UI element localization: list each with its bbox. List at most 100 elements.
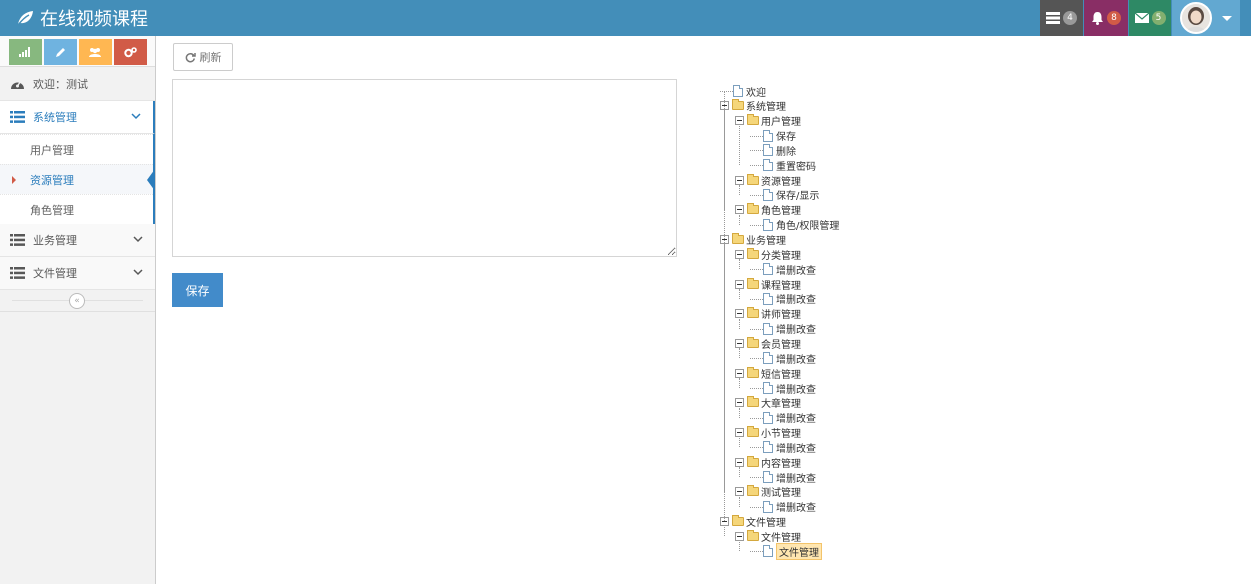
tree-connector xyxy=(720,91,733,92)
tree-node[interactable]: 用户管理 xyxy=(735,114,801,128)
collapse-toggle-icon[interactable] xyxy=(735,368,744,378)
tree-connector xyxy=(750,388,763,389)
sidebar-item-users[interactable]: 用户管理 xyxy=(0,134,153,164)
sidebar-item-label: 系统管理 xyxy=(33,111,77,124)
sidebar-item-label: 业务管理 xyxy=(33,234,77,247)
tree-node[interactable]: 文件管理 xyxy=(720,515,786,529)
notifications-button[interactable]: 8 xyxy=(1084,0,1128,36)
tree-node[interactable]: 保存 xyxy=(750,129,796,143)
collapse-toggle-icon[interactable] xyxy=(735,487,744,497)
tree-node-label: 资源管理 xyxy=(761,176,801,188)
user-menu[interactable] xyxy=(1172,0,1240,36)
file-icon xyxy=(763,545,773,558)
tree-node[interactable]: 系统管理 xyxy=(720,99,786,113)
file-icon xyxy=(763,292,773,305)
welcome-item[interactable]: 欢迎：测试 xyxy=(0,67,155,101)
tree-node[interactable]: 重置密码 xyxy=(750,158,816,173)
refresh-icon xyxy=(185,52,196,62)
collapse-sidebar-button[interactable]: « xyxy=(69,293,85,309)
tree-node[interactable]: 增删改查 xyxy=(750,322,816,336)
file-icon xyxy=(763,411,773,424)
tree-node[interactable]: 内容管理 xyxy=(735,455,801,470)
shortcut-settings-button[interactable] xyxy=(113,39,147,65)
active-indicator xyxy=(147,169,155,191)
save-button[interactable]: 保存 xyxy=(172,273,223,307)
tree-node[interactable]: 增删改查 xyxy=(750,411,816,425)
tree-node[interactable]: 测试管理 xyxy=(735,485,801,499)
collapse-toggle-icon[interactable] xyxy=(735,338,744,348)
tree-node[interactable]: 分类管理 xyxy=(735,247,801,262)
tree-node[interactable]: 课程管理 xyxy=(735,277,801,292)
tree-node[interactable]: 会员管理 xyxy=(735,336,801,351)
tree-node[interactable]: 小节管理 xyxy=(735,426,801,440)
tree-node[interactable]: 讲师管理 xyxy=(735,307,801,321)
sidebar-item-label: 资源管理 xyxy=(30,173,74,187)
refresh-button[interactable]: 刷新 xyxy=(173,43,233,71)
tree-node[interactable]: 保存/显示 xyxy=(750,188,819,202)
tree-node[interactable]: 增删改查 xyxy=(750,440,816,455)
tree-node[interactable]: 增删改查 xyxy=(750,500,816,514)
tree-node[interactable]: 增删改查 xyxy=(750,292,816,306)
messages-button[interactable]: 5 xyxy=(1129,0,1171,36)
resource-textarea[interactable] xyxy=(172,79,677,257)
folder-open-icon xyxy=(732,233,744,244)
collapse-toggle-icon[interactable] xyxy=(735,309,744,319)
brand[interactable]: 在线视频课程 xyxy=(16,6,148,30)
chevron-down-icon xyxy=(133,269,143,276)
file-icon xyxy=(763,322,773,335)
shortcut-stats-button[interactable] xyxy=(8,39,42,65)
collapse-toggle-icon[interactable] xyxy=(735,428,744,438)
tree-node-label: 系统管理 xyxy=(746,102,786,114)
folder-open-icon xyxy=(732,515,744,527)
collapse-toggle-icon[interactable] xyxy=(735,116,744,126)
sidebar-item-label: 文件管理 xyxy=(33,267,77,280)
tree-connector xyxy=(750,417,763,419)
tree-node[interactable]: 文件管理 xyxy=(735,530,801,544)
tree-node[interactable]: 增删改查 xyxy=(750,262,816,277)
tree-node-label: 文件管理 xyxy=(776,542,822,560)
tree-node[interactable]: 增删改查 xyxy=(750,351,816,366)
sidebar-item-resources[interactable]: 资源管理 xyxy=(0,164,155,194)
leaf-icon xyxy=(17,11,33,26)
tree-node[interactable]: 增删改查 xyxy=(750,470,816,485)
shortcut-users-button[interactable] xyxy=(78,39,112,65)
tree-node-label: 重置密码 xyxy=(776,161,816,173)
tree-node-label: 增删改查 xyxy=(776,354,816,366)
shortcut-edit-button[interactable] xyxy=(43,39,77,65)
tree-node[interactable]: 角色管理 xyxy=(735,203,801,217)
tree-node[interactable]: 欢迎 xyxy=(720,84,766,99)
tree-node[interactable]: 资源管理 xyxy=(735,173,801,188)
collapse-toggle-icon[interactable] xyxy=(735,175,744,185)
folder-open-icon xyxy=(732,99,744,111)
sidebar-item-business[interactable]: 业务管理 xyxy=(0,224,155,257)
welcome-text: 欢迎：测试 xyxy=(33,77,88,91)
tasks-button[interactable]: 4 xyxy=(1040,0,1083,36)
sidebar-item-system[interactable]: 系统管理 xyxy=(0,101,155,134)
tree-node-label: 内容管理 xyxy=(761,458,801,470)
tasks-badge: 4 xyxy=(1063,11,1077,25)
sidebar-item-roles[interactable]: 角色管理 xyxy=(0,194,153,224)
tree-connector xyxy=(750,477,763,479)
collapse-toggle-icon[interactable] xyxy=(735,532,744,541)
tree-node-label: 增删改查 xyxy=(776,414,816,426)
tree-node[interactable]: 删除 xyxy=(750,143,796,158)
folder-open-icon xyxy=(747,455,759,467)
tree-node[interactable]: 大章管理 xyxy=(735,396,801,410)
tree-node[interactable]: 业务管理 xyxy=(720,233,786,247)
list-icon xyxy=(10,234,25,246)
tree-node[interactable]: 增删改查 xyxy=(750,381,816,396)
tree-connector xyxy=(739,496,740,507)
sidebar-item-files[interactable]: 文件管理 xyxy=(0,257,155,290)
collapse-toggle-icon[interactable] xyxy=(735,398,744,408)
collapse-toggle-icon[interactable] xyxy=(735,457,744,467)
tree-node[interactable]: 短信管理 xyxy=(735,366,801,381)
tree-node[interactable]: 文件管理 xyxy=(750,542,822,560)
tree-node-label: 欢迎 xyxy=(746,87,766,99)
tree-connector xyxy=(750,194,763,196)
collapse-toggle-icon[interactable] xyxy=(735,205,744,215)
collapse-toggle-icon[interactable] xyxy=(735,279,744,289)
tree-node[interactable]: 角色/权限管理 xyxy=(750,218,839,232)
tree-node-label: 角色管理 xyxy=(761,206,801,218)
dashboard-icon xyxy=(11,81,24,89)
collapse-toggle-icon[interactable] xyxy=(735,249,744,259)
